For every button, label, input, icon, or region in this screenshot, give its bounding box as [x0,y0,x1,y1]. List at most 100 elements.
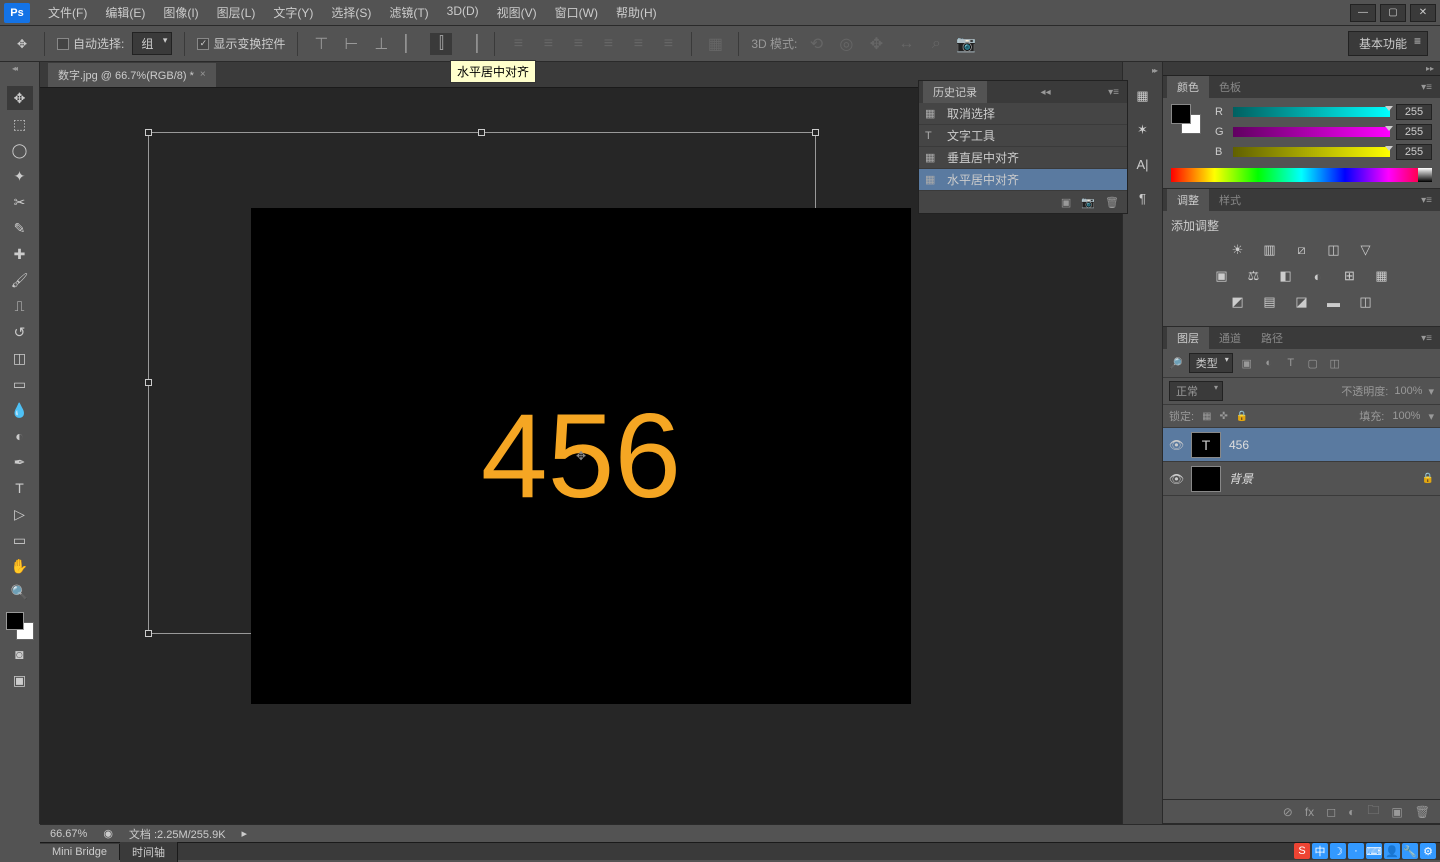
new-layer-icon[interactable]: ▣ [1391,805,1402,819]
vibrance-icon[interactable]: ▽ [1357,242,1375,258]
selective-color-icon[interactable]: ◫ [1357,294,1375,310]
filter-adjust-icon[interactable]: ◐ [1261,356,1277,370]
fill-value[interactable]: 100% [1392,410,1420,422]
checkbox-icon[interactable]: ✓ [197,38,209,50]
status-disclosure-icon[interactable]: ◉ [103,827,113,840]
fill-dropdown-icon[interactable]: ▾ [1428,410,1434,423]
align-bottom-icon[interactable]: ⊥ [370,33,392,55]
tab-swatches[interactable]: 色板 [1209,76,1251,98]
menu-select[interactable]: 选择(S) [323,2,379,23]
layer-name[interactable]: 456 [1229,438,1434,452]
show-transform-option[interactable]: ✓ 显示变换控件 [197,35,285,52]
marquee-tool[interactable]: ⬚ [7,112,33,136]
threshold-icon[interactable]: ◪ [1293,294,1311,310]
opacity-value[interactable]: 100% [1394,385,1422,397]
filter-pixel-icon[interactable]: ▣ [1239,356,1255,370]
hue-bar[interactable] [1171,168,1432,182]
blend-mode-dropdown[interactable]: 正常 [1169,381,1223,401]
path-tool[interactable]: ▷ [7,502,33,526]
tray-person-icon[interactable]: 👤 [1384,843,1400,859]
workspace-dropdown[interactable]: 基本功能 [1348,31,1428,56]
group-icon[interactable]: 🗀 [1367,801,1379,822]
auto-select-dropdown[interactable]: 组 [132,32,172,55]
delete-state-icon[interactable]: 🗑 [1105,196,1119,209]
brush-tool[interactable]: 🖌 [7,268,33,292]
dock-brushes-icon[interactable]: ✶ [1131,120,1155,140]
layer-item[interactable]: 👁 T 456 [1163,428,1440,462]
tab-paths[interactable]: 路径 [1251,327,1293,349]
document-tab[interactable]: 数字.jpg @ 66.7%(RGB/8) * × [48,63,216,87]
levels-icon[interactable]: ▥ [1261,242,1279,258]
maximize-button[interactable]: ▢ [1380,4,1406,22]
dodge-tool[interactable]: ◐ [7,424,33,448]
handle-w[interactable] [145,379,152,386]
crop-tool[interactable]: ✂ [7,190,33,214]
history-brush-tool[interactable]: ↺ [7,320,33,344]
tray-punct-icon[interactable]: · [1348,843,1364,859]
foreground-swatch[interactable] [6,612,24,630]
dock-paragraph-icon[interactable]: ¶ [1131,188,1155,208]
filter-type-icon[interactable]: T [1283,356,1299,370]
brightness-icon[interactable]: ☀ [1229,242,1247,258]
panel-menu-icon[interactable]: ▾≡ [1104,87,1123,98]
filter-search-icon[interactable]: 🔎 [1169,357,1183,370]
lock-position-icon[interactable]: ✜ [1220,411,1228,422]
gradient-map-icon[interactable]: ▬ [1325,294,1343,310]
tray-lang-icon[interactable]: 中 [1312,843,1328,859]
pen-tool[interactable]: ✒ [7,450,33,474]
curves-icon[interactable]: ⧄ [1293,242,1311,258]
menu-3d[interactable]: 3D(D) [439,2,487,23]
align-right-icon[interactable]: ▕ [460,33,482,55]
menu-type[interactable]: 文字(Y) [265,2,321,23]
checkbox-icon[interactable] [57,38,69,50]
lock-all-icon[interactable]: 🔒 [1236,411,1248,422]
menu-image[interactable]: 图像(I) [155,2,206,23]
history-item[interactable]: T 文字工具 [919,125,1127,147]
lock-icon[interactable]: 🔒 [1422,473,1434,484]
filter-type-dropdown[interactable]: 类型 [1189,353,1233,373]
minimize-button[interactable]: — [1350,4,1376,22]
adjustment-layer-icon[interactable]: ◐ [1348,805,1355,819]
layer-item[interactable]: 👁 背景 🔒 [1163,462,1440,496]
handle-nw[interactable] [145,129,152,136]
zoom-value[interactable]: 66.67% [50,828,87,840]
blur-tool[interactable]: 💧 [7,398,33,422]
filter-shape-icon[interactable]: ▢ [1305,356,1321,370]
tab-minibridge[interactable]: Mini Bridge [40,844,120,860]
slider-r[interactable] [1233,107,1390,117]
status-arrow-icon[interactable]: ▸ [242,827,248,840]
snapshot-new-icon[interactable]: ▣ [1061,196,1071,209]
value-b[interactable]: 255 [1396,144,1432,160]
stamp-tool[interactable]: ⎍ [7,294,33,318]
align-top-icon[interactable]: ⊤ [310,33,332,55]
align-hcenter-icon[interactable]: ⫿ [430,33,452,55]
value-g[interactable]: 255 [1396,124,1432,140]
history-collapse-icon[interactable]: ◂◂ [1037,87,1055,98]
tab-styles[interactable]: 样式 [1209,189,1251,211]
hue-icon[interactable]: ▣ [1213,268,1231,284]
slider-g[interactable] [1233,127,1390,137]
color-lookup-icon[interactable]: ▦ [1373,268,1391,284]
delete-layer-icon[interactable]: 🗑 [1415,805,1430,819]
type-tool[interactable]: T [7,476,33,500]
visibility-icon[interactable]: 👁 [1169,472,1183,486]
close-button[interactable]: ✕ [1410,4,1436,22]
zoom-tool[interactable]: 🔍 [7,580,33,604]
link-layers-icon[interactable]: ⊘ [1283,805,1293,819]
gradient-tool[interactable]: ▭ [7,372,33,396]
dock-swatches-icon[interactable]: ▦ [1131,86,1155,106]
fg-swatch[interactable] [1171,104,1191,124]
align-left-icon[interactable]: ▏ [400,33,422,55]
lasso-tool[interactable]: ◯ [7,138,33,162]
dock-character-icon[interactable]: A| [1131,154,1155,174]
menu-layer[interactable]: 图层(L) [209,2,264,23]
menu-window[interactable]: 窗口(W) [547,2,606,23]
posterize-icon[interactable]: ▤ [1261,294,1279,310]
eraser-tool[interactable]: ◫ [7,346,33,370]
exposure-icon[interactable]: ◫ [1325,242,1343,258]
menu-filter[interactable]: 滤镜(T) [381,2,436,23]
menu-file[interactable]: 文件(F) [40,2,95,23]
tray-keyboard-icon[interactable]: ⌨ [1366,843,1382,859]
auto-select-option[interactable]: 自动选择: [57,35,124,52]
panel-menu-icon[interactable]: ▾≡ [1417,82,1436,93]
